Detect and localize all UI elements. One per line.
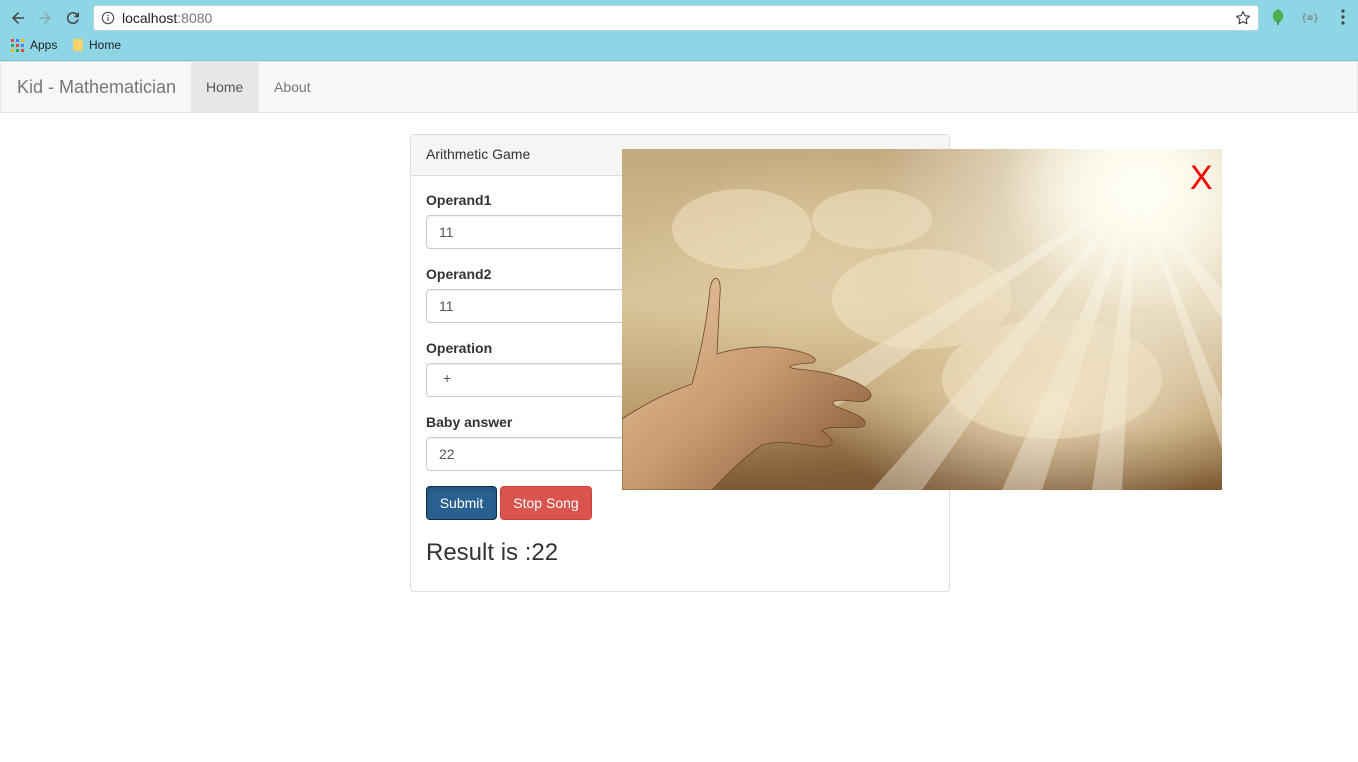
bookmark-label: Apps xyxy=(30,38,58,52)
bookmark-apps[interactable]: Apps xyxy=(11,38,57,52)
nav-link-home[interactable]: Home xyxy=(191,62,259,112)
bookmark-star-icon[interactable] xyxy=(1234,9,1252,27)
bookmark-home[interactable]: Home xyxy=(73,38,121,52)
extension-braces-icon[interactable]: {≡} xyxy=(1300,8,1318,26)
operation-label: Operation xyxy=(426,340,493,356)
operation-value: + xyxy=(443,370,452,386)
extension-leaf-icon[interactable] xyxy=(1269,8,1287,26)
baby-answer-label: Baby answer xyxy=(426,414,513,430)
url-port: :8080 xyxy=(177,10,213,26)
forward-icon[interactable] xyxy=(34,7,56,29)
app-navbar: Kid - Mathematician Home About xyxy=(0,61,1358,113)
sky-hand-image xyxy=(622,149,1222,490)
stop-song-button[interactable]: Stop Song xyxy=(500,486,592,520)
reward-image-popup: X xyxy=(622,149,1222,490)
address-bar[interactable]: localhost:8080 xyxy=(93,5,1259,31)
result-text: Result is :22 xyxy=(426,539,559,566)
url-host: localhost xyxy=(122,10,178,26)
folder-icon xyxy=(73,39,83,51)
menu-kebab-icon[interactable] xyxy=(1334,8,1352,26)
operand1-label: Operand1 xyxy=(426,192,492,208)
back-icon[interactable] xyxy=(7,7,29,29)
bookmarks-bar: Apps Home xyxy=(0,36,1358,58)
svg-text:{≡}: {≡} xyxy=(1301,13,1318,24)
nav-link-about[interactable]: About xyxy=(259,62,326,112)
bookmark-label: Home xyxy=(89,38,122,52)
url-text: localhost:8080 xyxy=(122,10,212,26)
reload-icon[interactable] xyxy=(62,7,84,29)
navbar-brand[interactable]: Kid - Mathematician xyxy=(17,77,176,98)
close-popup-button[interactable]: X xyxy=(1190,161,1213,195)
apps-grid-icon xyxy=(11,38,24,52)
operand2-label: Operand2 xyxy=(426,266,492,282)
submit-button[interactable]: Submit xyxy=(426,486,497,520)
info-icon[interactable] xyxy=(101,11,115,25)
browser-toolbar: localhost:8080 {≡} Apps Home xyxy=(0,0,1358,61)
